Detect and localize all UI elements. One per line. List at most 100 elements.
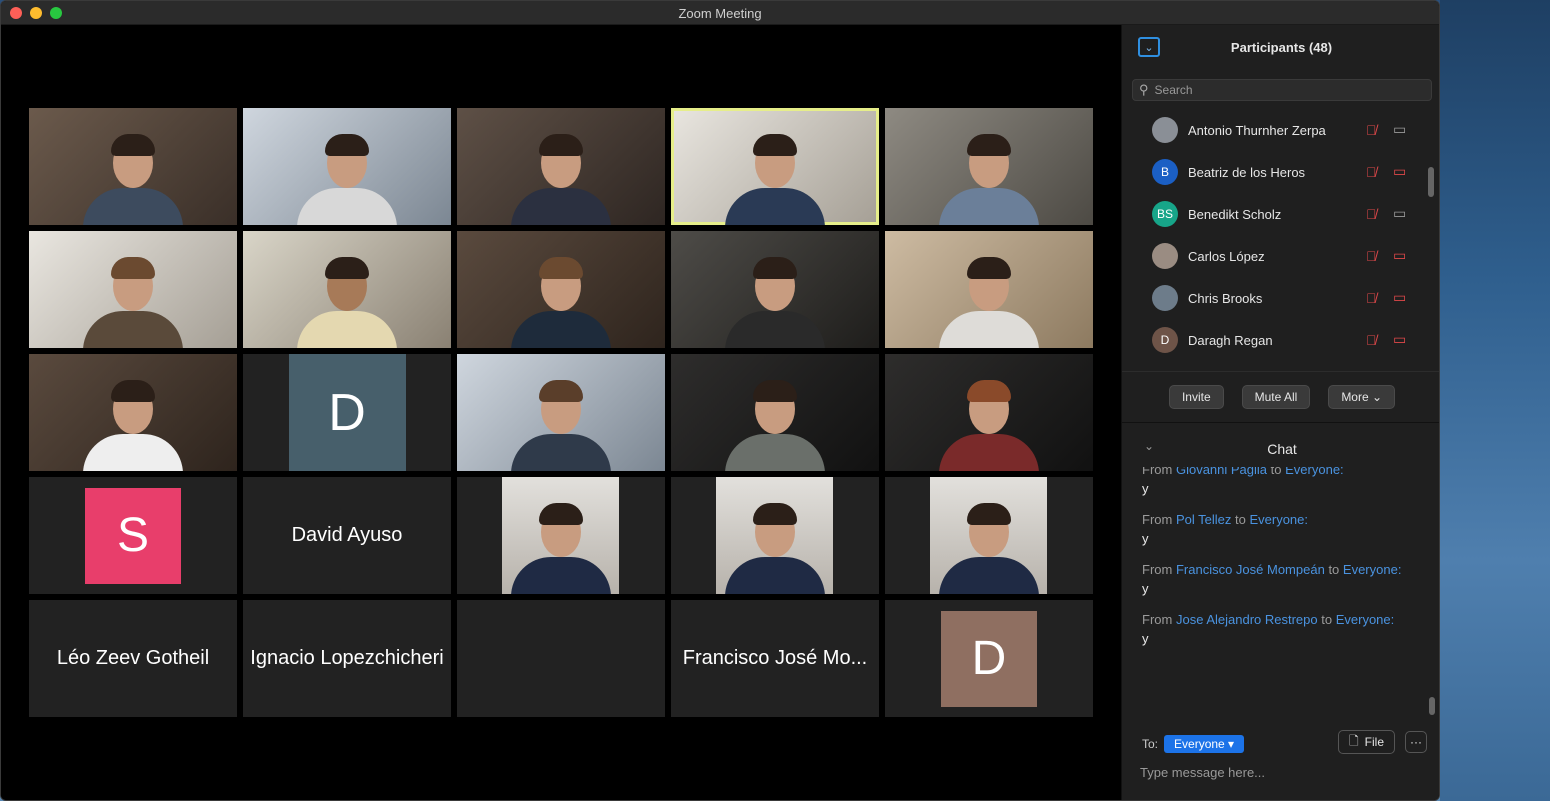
invite-button[interactable]: Invite xyxy=(1168,385,1224,409)
sender-name[interactable]: Francisco José Mompeán xyxy=(1176,562,1325,577)
empty-tile[interactable] xyxy=(457,600,665,717)
participant-video xyxy=(934,253,1044,348)
participants-title: Participants (48) xyxy=(1230,40,1333,55)
chat-message: From Jose Alejandro Restrepo to Everyone… xyxy=(1142,611,1422,647)
file-label: File xyxy=(1364,735,1384,749)
participant-name: Léo Zeev Gotheil xyxy=(56,647,210,669)
participant-photo xyxy=(716,477,833,594)
avatar-tile[interactable]: D xyxy=(885,600,1093,717)
participant-name: Benedikt Scholz xyxy=(1188,206,1282,222)
from-prefix: From xyxy=(1142,512,1173,527)
mic-muted-icon[interactable]: 🎙̸ xyxy=(1366,164,1377,180)
mic-muted-icon[interactable]: 🎙̸ xyxy=(1366,290,1377,306)
video-tile[interactable] xyxy=(29,231,237,348)
message-input[interactable] xyxy=(1140,761,1430,783)
participant-photo xyxy=(502,477,619,594)
photo-tile[interactable] xyxy=(671,477,879,594)
participant-video xyxy=(292,253,402,348)
search-input[interactable] xyxy=(1154,83,1415,97)
avatar-tile[interactable]: D xyxy=(243,354,451,471)
to-prefix: to xyxy=(1270,467,1282,477)
participant-name: David Ayuso xyxy=(291,524,403,546)
chat-message: From Pol Tellez to Everyone: y xyxy=(1142,511,1422,547)
camera-off-icon[interactable]: ▭ xyxy=(1393,163,1406,180)
camera-off-icon[interactable]: ▭ xyxy=(1393,289,1406,306)
mic-muted-icon[interactable]: 🎙̸ xyxy=(1366,206,1377,222)
participant-search[interactable]: ⚲ xyxy=(1132,79,1432,101)
video-tile[interactable] xyxy=(885,231,1093,348)
from-prefix: From xyxy=(1142,467,1173,477)
mic-muted-icon[interactable]: 🎙̸ xyxy=(1366,332,1377,348)
recipient-name[interactable]: Everyone: xyxy=(1285,467,1344,477)
file-icon: 🗋 xyxy=(1349,733,1359,748)
video-tile[interactable] xyxy=(671,354,879,471)
participant-avatar: D xyxy=(288,354,406,471)
video-tile[interactable] xyxy=(457,108,665,225)
name-tile[interactable]: David Ayuso xyxy=(243,477,451,594)
participant-row[interactable]: D Daragh Regan 🎙̸ ▭ xyxy=(1122,319,1427,361)
participant-video xyxy=(720,253,830,348)
participant-name: Carlos López xyxy=(1188,248,1265,264)
photo-tile[interactable] xyxy=(885,477,1093,594)
photo-tile[interactable] xyxy=(457,477,665,594)
from-prefix: From xyxy=(1142,612,1173,627)
camera-icon[interactable]: ▭ xyxy=(1393,205,1406,222)
search-icon: ⚲ xyxy=(1139,82,1149,97)
video-tile[interactable] xyxy=(885,354,1093,471)
video-tile[interactable] xyxy=(671,231,879,348)
name-tile[interactable]: Ignacio Lopezchicheri xyxy=(243,600,451,717)
camera-off-icon[interactable]: ▭ xyxy=(1393,247,1406,264)
recipient-name[interactable]: Everyone: xyxy=(1249,512,1308,527)
sender-name[interactable]: Pol Tellez xyxy=(1176,512,1231,527)
video-tile-active-speaker[interactable] xyxy=(671,108,879,225)
message-text: y xyxy=(1142,481,1149,496)
recipient-select[interactable]: Everyone ▾ xyxy=(1164,735,1245,753)
camera-icon[interactable]: ▭ xyxy=(1393,121,1406,138)
mic-muted-icon[interactable]: 🎙̸ xyxy=(1366,248,1377,264)
recipient-name[interactable]: Everyone: xyxy=(1343,562,1402,577)
title-bar: Zoom Meeting xyxy=(1,1,1439,25)
video-tile[interactable] xyxy=(243,108,451,225)
video-stage: D S David Ayuso Léo Zeev Gotheil Ignacio… xyxy=(1,25,1121,800)
message-text: y xyxy=(1142,631,1149,646)
video-tile[interactable] xyxy=(457,231,665,348)
file-button[interactable]: 🗋 File xyxy=(1338,730,1395,754)
chat-message: From Giovanni Paglia to Everyone: y xyxy=(1142,467,1422,497)
name-tile[interactable]: Léo Zeev Gotheil xyxy=(29,600,237,717)
participant-video xyxy=(78,253,188,348)
participant-name: Francisco José Mo... xyxy=(682,647,868,669)
more-button[interactable]: More ⌄ xyxy=(1328,385,1396,409)
chat-more-button[interactable]: ··· xyxy=(1405,731,1427,753)
participant-photo xyxy=(930,477,1047,594)
participant-name: Ignacio Lopezchicheri xyxy=(250,647,444,669)
participant-video xyxy=(292,130,402,225)
video-tile[interactable] xyxy=(457,354,665,471)
participant-row[interactable]: B Beatriz de los Heros 🎙̸ ▭ xyxy=(1122,151,1427,193)
video-tile[interactable] xyxy=(29,354,237,471)
video-tile[interactable] xyxy=(29,108,237,225)
participant-name: Beatriz de los Heros xyxy=(1188,164,1306,180)
to-prefix: to xyxy=(1328,562,1340,577)
sender-name[interactable]: Jose Alejandro Restrepo xyxy=(1176,612,1318,627)
sender-name[interactable]: Giovanni Paglia xyxy=(1176,467,1267,477)
participant-video xyxy=(78,130,188,225)
video-tile[interactable] xyxy=(885,108,1093,225)
camera-off-icon[interactable]: ▭ xyxy=(1393,331,1406,348)
recipient-name[interactable]: Everyone: xyxy=(1336,612,1395,627)
message-text: y xyxy=(1142,531,1149,546)
participant-row[interactable]: Antonio Thurnher Zerpa 🎙̸ ▭ xyxy=(1122,109,1427,151)
chat-scrollbar[interactable] xyxy=(1429,697,1435,715)
mute-all-button[interactable]: Mute All xyxy=(1241,385,1311,409)
video-tile[interactable] xyxy=(243,231,451,348)
window-title: Zoom Meeting xyxy=(678,6,762,21)
participant-name: Daragh Regan xyxy=(1188,332,1273,348)
name-tile[interactable]: Francisco José Mo... xyxy=(671,600,879,717)
message-text: y xyxy=(1142,581,1149,596)
avatar: B xyxy=(1152,159,1178,185)
participant-row[interactable]: BS Benedikt Scholz 🎙̸ ▭ xyxy=(1122,193,1427,235)
participant-list-scrollbar[interactable] xyxy=(1428,167,1434,197)
participant-row[interactable]: Carlos López 🎙̸ ▭ xyxy=(1122,235,1427,277)
avatar-tile[interactable]: S xyxy=(29,477,237,594)
participant-row[interactable]: Chris Brooks 🎙̸ ▭ xyxy=(1122,277,1427,319)
mic-muted-icon[interactable]: 🎙̸ xyxy=(1366,122,1377,138)
